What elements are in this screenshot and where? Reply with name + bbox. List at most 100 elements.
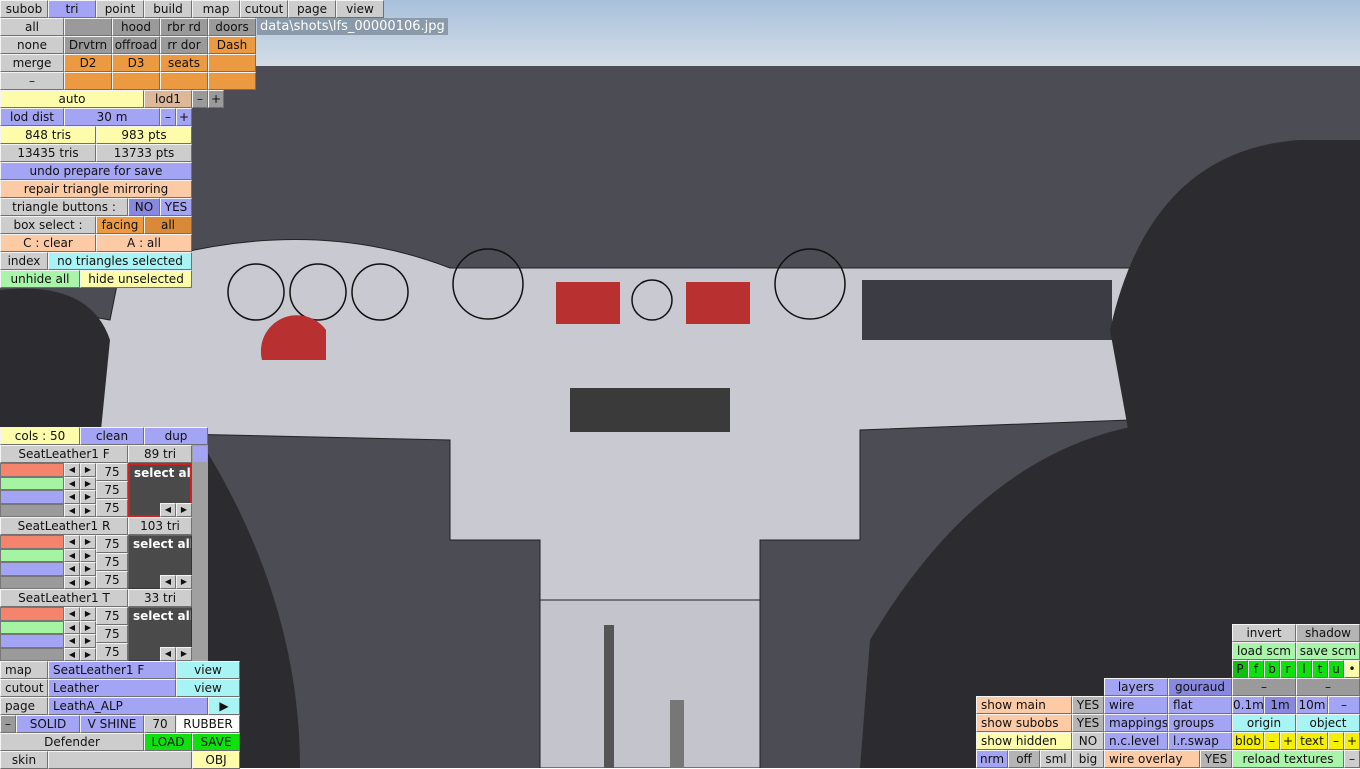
material-value[interactable]: 75 — [96, 643, 128, 661]
color-slider[interactable] — [0, 575, 64, 589]
decrease-icon[interactable]: ◀ — [64, 535, 80, 549]
map-value[interactable]: SeatLeather1 F — [48, 661, 176, 679]
tab-map[interactable]: map — [192, 0, 240, 18]
object-button[interactable]: object — [1296, 714, 1360, 732]
save-button[interactable]: SAVE — [192, 733, 240, 751]
material-value[interactable]: 75 — [96, 625, 128, 643]
increase-icon[interactable]: ▶ — [80, 548, 96, 562]
triangle-buttons-yes[interactable]: YES — [160, 198, 192, 216]
origin-button[interactable]: origin — [1232, 714, 1296, 732]
sml-button[interactable]: sml — [1040, 750, 1072, 768]
unhide-all-button[interactable]: unhide all — [0, 270, 80, 288]
decrease-icon[interactable]: ◀ — [64, 548, 80, 562]
minus-button[interactable]: – — [1344, 750, 1360, 768]
increase-icon[interactable]: ▶ — [80, 575, 96, 589]
show-subobs-toggle[interactable]: YES — [1072, 714, 1104, 732]
increase-icon[interactable]: ▶ — [80, 607, 96, 621]
decrease-icon[interactable]: ◀ — [64, 647, 80, 661]
dash-button[interactable]: – — [1232, 678, 1296, 696]
mappings-button[interactable]: mappings — [1104, 714, 1168, 732]
dash-button[interactable]: – — [1296, 678, 1360, 696]
merge-button[interactable]: merge — [0, 54, 64, 72]
color-slider[interactable] — [0, 634, 64, 648]
material-name[interactable]: SeatLeather1 T — [0, 589, 128, 607]
tab-page[interactable]: page — [288, 0, 336, 18]
material-scrollbar[interactable] — [192, 445, 208, 661]
color-slider[interactable] — [0, 535, 64, 549]
material-value[interactable]: 75 — [96, 481, 128, 499]
text-minus[interactable]: – — [1328, 732, 1344, 750]
view-direction-button[interactable]: P — [1232, 660, 1248, 678]
subob-slot[interactable] — [112, 72, 160, 90]
subob-slot[interactable] — [64, 72, 112, 90]
subob-slot[interactable] — [64, 18, 112, 36]
next-icon[interactable]: ▶ — [176, 503, 192, 517]
skin-field[interactable] — [48, 751, 192, 769]
color-slider[interactable] — [0, 476, 64, 490]
shine-button[interactable]: V SHINE — [80, 715, 144, 733]
view-direction-button[interactable]: b — [1264, 660, 1280, 678]
material-name[interactable]: SeatLeather1 F — [0, 445, 128, 463]
load-button[interactable]: LOAD — [144, 733, 192, 751]
material-value[interactable]: 75 — [96, 499, 128, 517]
shadow-button[interactable]: shadow — [1296, 624, 1360, 642]
cutout-value[interactable]: Leather — [48, 679, 176, 697]
load-scm-button[interactable]: load scm — [1232, 642, 1296, 660]
nc-level-button[interactable]: n.c.level — [1104, 732, 1168, 750]
increase-icon[interactable]: ▶ — [80, 463, 96, 477]
increase-icon[interactable]: ▶ — [80, 476, 96, 490]
lod-plus-button[interactable]: + — [208, 90, 224, 108]
color-slider[interactable] — [0, 562, 64, 576]
decrease-icon[interactable]: ◀ — [64, 476, 80, 490]
view-direction-button[interactable]: f — [1248, 660, 1264, 678]
select-all-button[interactable]: A : all — [96, 234, 192, 252]
subob-offroad[interactable]: offroad — [112, 36, 160, 54]
prev-icon[interactable]: ◀ — [160, 575, 176, 589]
color-slider[interactable] — [0, 647, 64, 661]
material-value[interactable]: 75 — [96, 535, 128, 553]
clear-selection-button[interactable]: C : clear — [0, 234, 96, 252]
blob-plus[interactable]: + — [1280, 732, 1296, 750]
lod-auto-button[interactable]: auto — [0, 90, 144, 108]
layers-button[interactable]: layers — [1104, 678, 1168, 696]
groups-button[interactable]: groups — [1168, 714, 1232, 732]
decrease-icon[interactable]: ◀ — [64, 607, 80, 621]
nrm-button[interactable]: nrm — [976, 750, 1008, 768]
undo-prepare-button[interactable]: undo prepare for save — [0, 162, 192, 180]
view-direction-button[interactable]: l — [1296, 660, 1312, 678]
subob-hood[interactable]: hood — [112, 18, 160, 36]
decrease-icon[interactable]: ◀ — [64, 575, 80, 589]
dup-button[interactable]: dup — [144, 427, 208, 445]
triangle-buttons-no[interactable]: NO — [128, 198, 160, 216]
material-type[interactable]: RUBBER — [176, 715, 240, 733]
tab-subob[interactable]: subob — [0, 0, 48, 18]
subob-slot[interactable] — [208, 54, 256, 72]
solid-button[interactable]: SOLID — [16, 715, 80, 733]
grid-off[interactable]: – — [1328, 696, 1360, 714]
lod-level[interactable]: lod1 — [144, 90, 192, 108]
view-direction-button[interactable]: u — [1328, 660, 1344, 678]
increase-icon[interactable]: ▶ — [80, 634, 96, 648]
material-name[interactable]: SeatLeather1 R — [0, 517, 128, 535]
page-next-icon[interactable]: ▶ — [208, 697, 240, 715]
select-all-subobs-button[interactable]: all — [0, 18, 64, 36]
increase-icon[interactable]: ▶ — [80, 503, 96, 517]
view-direction-button[interactable]: t — [1312, 660, 1328, 678]
text-plus[interactable]: + — [1344, 732, 1360, 750]
view-direction-button[interactable]: r — [1280, 660, 1296, 678]
subob-seats[interactable]: seats — [160, 54, 208, 72]
color-slider[interactable] — [0, 620, 64, 634]
subob-slot[interactable] — [160, 72, 208, 90]
increase-icon[interactable]: ▶ — [80, 647, 96, 661]
next-icon[interactable]: ▶ — [176, 575, 192, 589]
lod-dist-plus[interactable]: + — [176, 108, 192, 126]
box-select-facing[interactable]: facing — [96, 216, 144, 234]
color-slider[interactable] — [0, 607, 64, 621]
increase-icon[interactable]: ▶ — [80, 490, 96, 504]
tab-build[interactable]: build — [144, 0, 192, 18]
select-none-subobs-button[interactable]: none — [0, 36, 64, 54]
tab-cutout[interactable]: cutout — [240, 0, 288, 18]
color-slider[interactable] — [0, 463, 64, 477]
increase-icon[interactable]: ▶ — [80, 620, 96, 634]
tab-tri[interactable]: tri — [48, 0, 96, 18]
